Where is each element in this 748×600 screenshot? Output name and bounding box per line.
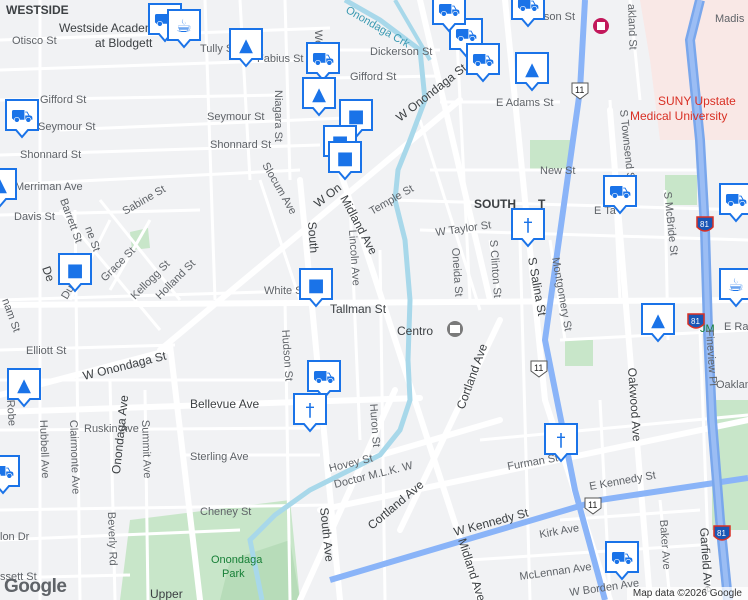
map-attribution: Map data ©2026 Google [626,587,748,600]
place-westside-academy-2: at Blodgett [95,36,153,50]
svg-text:†: † [557,430,566,451]
svg-text:⛟: ⛟ [0,462,14,483]
svg-text:▲: ▲ [525,59,539,80]
svg-text:▲: ▲ [312,84,326,105]
svg-text:11: 11 [534,363,543,373]
svg-text:⛟: ⛟ [472,50,495,71]
street-seymour-2: Seymour St [207,111,264,123]
svg-text:■: ■ [347,106,364,127]
street-oakland-top: akland St [625,4,639,50]
street-gifford-1: Gifford St [40,94,86,106]
svg-text:■: ■ [336,148,353,169]
svg-text:■: ■ [307,275,324,296]
street-lon: lon Dr [0,531,30,543]
street-hubbell: Hubbell Ave [37,420,51,479]
street-ruskin: Ruskin Ave [84,423,139,435]
street-cheney: Cheney St [200,506,251,518]
street-south-1: South [305,221,321,253]
i-81-shield: 81 [713,525,731,541]
svg-text:⛟: ⛟ [312,49,335,70]
svg-text:81: 81 [717,529,726,538]
i-81-shield: 81 [687,313,705,329]
street-bellevue: Bellevue Ave [190,397,259,411]
map-canvas[interactable]: WESTSIDE SOUTH T Westside Academy at Blo… [0,0,748,600]
park-area [565,340,593,366]
street-otisco: Otisco St [12,35,57,47]
street-elliott: Elliott St [26,345,66,357]
place-suny-upstate-2: Medical University [630,109,727,123]
svg-text:▲: ▲ [651,310,665,331]
street-niagara: Niagara St [272,90,284,142]
street-madison-2: Madis [715,13,745,25]
svg-text:⛟: ⛟ [725,190,748,211]
svg-text:☕: ☕ [728,275,744,296]
svg-text:■: ■ [66,260,83,281]
svg-text:11: 11 [575,85,584,95]
street-shonnard-2: Shonnard St [210,139,271,151]
centro-landmark-icon[interactable] [447,321,463,337]
place-westside-academy: Westside Academy [59,21,161,35]
street-sterling: Sterling Ave [190,451,249,463]
place-onondaga-park-2: Park [222,568,245,580]
place-suny-upstate: SUNY Upstate [658,94,736,108]
street-summit: Summit Ave [139,420,153,479]
street-fabius: Fabius St [257,53,303,65]
svg-text:⛟: ⛟ [313,367,336,388]
street-davis: Davis St [14,211,55,223]
svg-text:▲: ▲ [17,375,31,396]
i-81-shield: 81 [696,216,714,232]
street-shonnard-1: Shonnard St [20,149,81,161]
street-robe: Robe [4,399,18,426]
street-dickerson: Dickerson St [370,46,432,58]
svg-text:11: 11 [588,500,597,510]
neighborhood-south: SOUTH [474,197,516,211]
svg-text:⛟: ⛟ [609,182,632,203]
svg-text:▲: ▲ [239,35,253,56]
svg-text:⛟: ⛟ [455,25,478,46]
place-upper: Upper [150,587,183,600]
street-seymour-1: Seymour St [38,121,95,133]
svg-text:⛟: ⛟ [517,0,540,16]
svg-text:⛟: ⛟ [611,548,634,569]
svg-text:⛟: ⛟ [11,106,34,127]
svg-text:▲: ▲ [0,175,7,196]
svg-text:†: † [524,215,533,236]
place-centro: Centro [397,324,433,338]
neighborhood-westside: WESTSIDE [6,3,69,17]
street-new: New St [540,165,575,177]
street-beverly: Beverly Rd [105,512,119,566]
svg-text:☕: ☕ [176,16,192,37]
google-logo: Google [4,576,67,597]
street-gifford-2: Gifford St [350,71,396,83]
street-merriman: Merriman Ave [15,181,83,193]
svg-text:⛟: ⛟ [438,0,461,21]
street-e-ra: E Ra [724,321,748,333]
street-white: White S [264,285,303,297]
svg-text:81: 81 [700,220,709,229]
museum-icon[interactable] [593,18,609,34]
street-e-adams: E Adams St [496,97,553,109]
street-oaklan: Oaklan [716,379,748,391]
svg-text:†: † [306,400,315,421]
street-tallman: Tallman St [330,302,387,316]
svg-text:81: 81 [691,317,700,326]
place-onondaga-park: Onondaga [211,554,263,566]
